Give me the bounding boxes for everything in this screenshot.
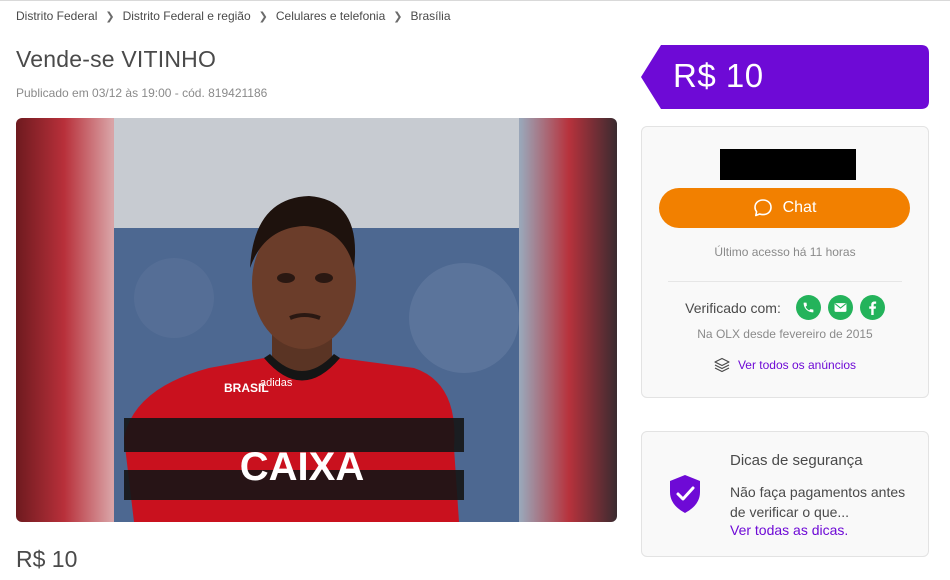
shield-check-icon (668, 474, 702, 519)
breadcrumb-item-city[interactable]: Brasília (410, 9, 450, 23)
chevron-right-icon: ❯ (105, 10, 115, 23)
chevron-right-icon: ❯ (393, 10, 403, 23)
verified-label: Verificado com: (685, 299, 781, 316)
breadcrumb-item-state[interactable]: Distrito Federal (16, 9, 97, 23)
verified-row: Verificado com: (642, 295, 928, 320)
last-access-text: Último acesso há 11 horas (714, 245, 856, 259)
see-all-ads-label: Ver todos os anúncios (737, 358, 857, 372)
chat-button[interactable]: Chat (659, 188, 910, 228)
chat-button-label: Chat (782, 199, 817, 216)
ad-title: Vende-se VITINHO (16, 46, 217, 72)
breadcrumb-item-category[interactable]: Celulares e telefonia (276, 9, 385, 23)
ad-photo[interactable]: CAIXA BRASIL adidas (114, 118, 519, 522)
seller-name-redacted (720, 149, 856, 180)
price-tag: R$ 10 (641, 45, 929, 109)
ad-image-gallery[interactable]: CAIXA BRASIL adidas (16, 118, 617, 522)
player-photo: CAIXA BRASIL adidas (114, 118, 519, 522)
see-all-ads-link[interactable]: Ver todos os anúncios (642, 357, 928, 373)
safety-tips-title: Dicas de segurança (730, 452, 863, 469)
safety-tips-text: Não faça pagamentos antes de verificar o… (730, 484, 906, 520)
divider (668, 281, 902, 282)
seller-card: Chat Último acesso há 11 horas Verificad… (641, 126, 929, 398)
email-icon (827, 295, 853, 320)
top-border (0, 0, 950, 1)
price-tag-value: R$ 10 (673, 57, 764, 94)
svg-text:adidas: adidas (260, 377, 293, 389)
safety-tips-card: Dicas de segurança Não faça pagamentos a… (641, 431, 929, 557)
breadcrumb-item-region[interactable]: Distrito Federal e região (123, 9, 251, 23)
breadcrumb: Distrito Federal ❯ Distrito Federal e re… (16, 9, 451, 23)
see-all-tips-link[interactable]: Ver todas as dicas. (730, 522, 848, 538)
facebook-icon (859, 295, 885, 320)
chevron-right-icon: ❯ (258, 10, 268, 23)
chat-bubble-icon (753, 198, 773, 218)
phone-icon (795, 295, 821, 320)
ad-published-meta: Publicado em 03/12 às 19:00 - cód. 81942… (16, 86, 268, 100)
member-since-text: Na OLX desde fevereiro de 2015 (697, 327, 873, 341)
ad-price-bottom: R$ 10 (16, 546, 78, 572)
svg-text:CAIXA: CAIXA (240, 445, 364, 489)
layers-icon (714, 357, 730, 373)
